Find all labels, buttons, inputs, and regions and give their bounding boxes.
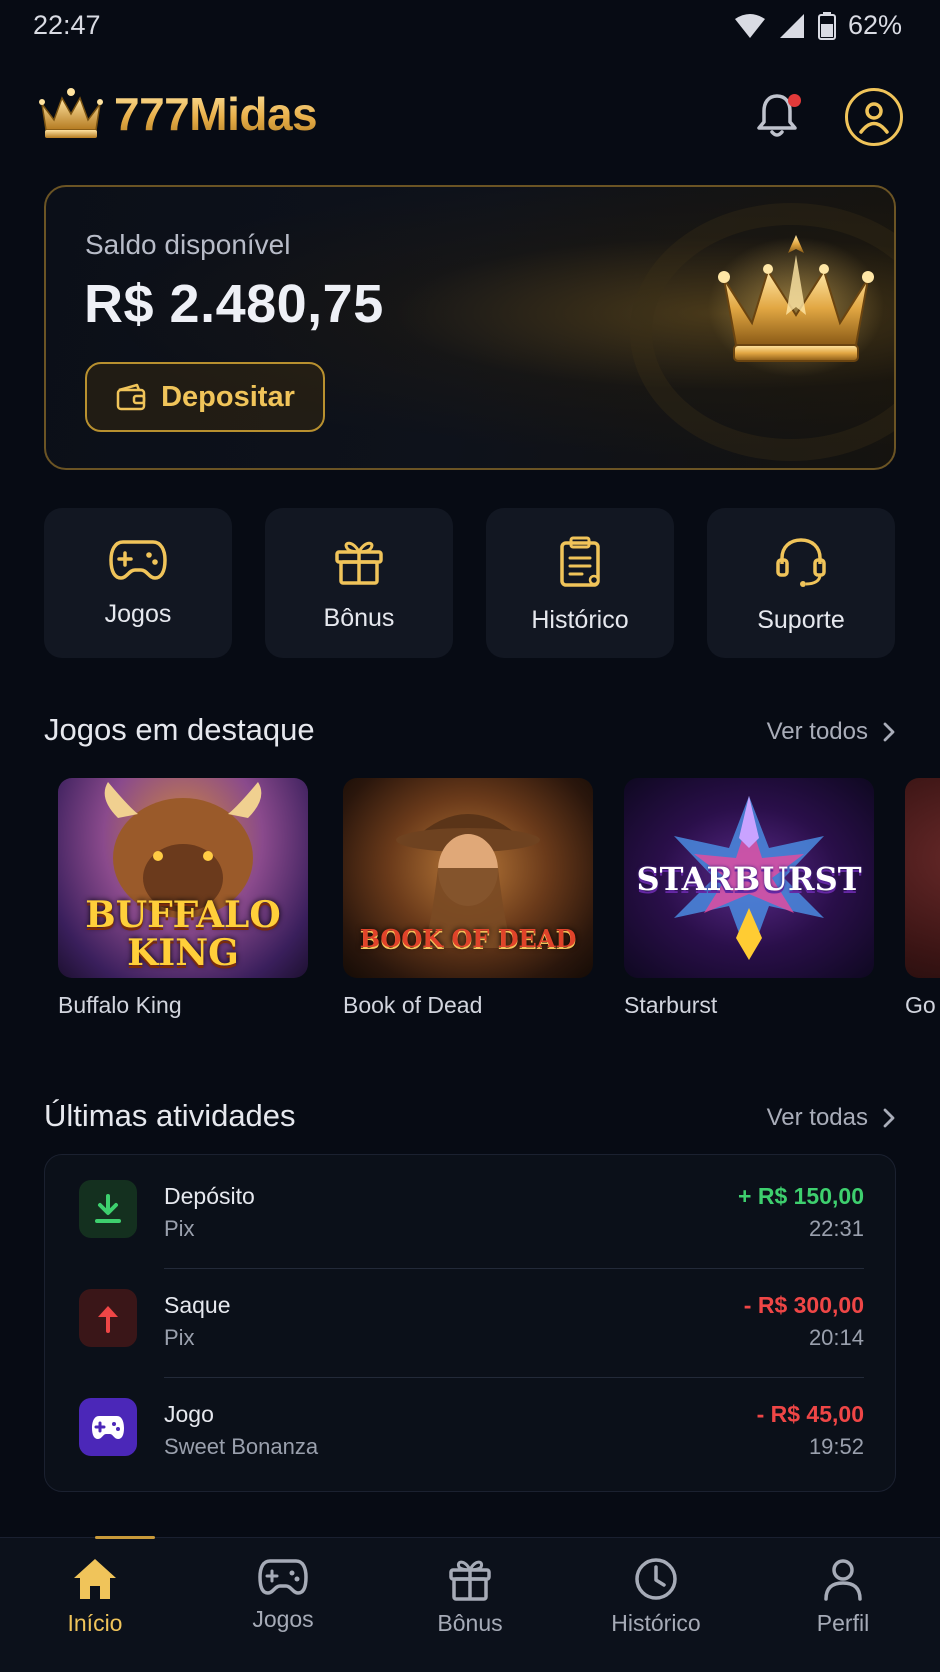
game-name: Starburst: [624, 992, 718, 1018]
nav-bonus[interactable]: Bônus: [390, 1556, 550, 1637]
activity-row[interactable]: Saque Pix - R$ 300,00 20:14: [45, 1264, 897, 1372]
headset-icon: [774, 536, 828, 588]
home-icon: [71, 1556, 119, 1602]
user-icon: [856, 99, 892, 135]
activity-title: Saque: [164, 1292, 231, 1318]
see-all-label: Ver todas: [766, 1104, 868, 1131]
quick-action-bonus[interactable]: Bônus: [265, 508, 453, 658]
nav-jogos[interactable]: Jogos: [203, 1556, 363, 1633]
nav-label: Início: [67, 1610, 123, 1636]
activity-time: 22:31: [808, 1216, 864, 1241]
wallet-icon: [115, 382, 147, 412]
arrow-up-icon: [79, 1289, 137, 1347]
activity-subtitle: Pix: [164, 1216, 195, 1241]
chevron-right-icon: [882, 721, 896, 743]
wifi-icon: [734, 13, 766, 39]
see-all-games-link[interactable]: Ver todos: [767, 718, 896, 746]
signal-icon: [778, 13, 806, 39]
nav-label: Histórico: [611, 1610, 701, 1636]
nav-inicio[interactable]: Início: [15, 1556, 175, 1637]
gamepad-icon: [109, 536, 167, 582]
brand-logo[interactable]: 777Midas: [36, 86, 318, 142]
balance-label: Saldo disponível: [85, 229, 291, 260]
activity-time: 19:52: [808, 1434, 864, 1459]
quick-action-jogos[interactable]: Jogos: [44, 508, 232, 658]
game-logo-text: BUFFALO KING: [85, 894, 281, 974]
gift-icon: [447, 1556, 493, 1602]
gamepad-icon: [258, 1556, 308, 1598]
notification-dot: [788, 94, 801, 107]
nav-perfil[interactable]: Perfil: [763, 1556, 923, 1637]
featured-games-header: Jogos em destaque Ver todos: [44, 712, 896, 756]
activities-list: Depósito Pix + R$ 150,00 22:31 Saque Pix…: [44, 1154, 896, 1492]
game-name: Buffalo King: [58, 992, 182, 1018]
activities-header: Últimas atividades Ver todas: [44, 1098, 896, 1142]
game-card[interactable]: BUFFALO KING Buffalo King: [58, 778, 308, 1019]
activity-subtitle: Pix: [164, 1325, 195, 1350]
game-card[interactable]: STARBURST Starburst: [624, 778, 874, 1019]
quick-actions: Jogos Bônus Histórico Suporte: [44, 508, 896, 658]
notifications-button[interactable]: [754, 90, 810, 146]
chevron-right-icon: [882, 1107, 896, 1129]
activity-subtitle: Sweet Bonanza: [164, 1434, 319, 1459]
crown-emblem-icon: [706, 227, 886, 377]
gamepad-icon: [79, 1398, 137, 1456]
game-logo-text: BOOK OF DEAD: [359, 924, 577, 953]
nav-label: Bônus: [437, 1610, 503, 1636]
quick-action-label: Histórico: [531, 606, 629, 634]
game-thumbnail: STARBURST: [624, 778, 874, 978]
battery-percent: 62%: [847, 10, 902, 40]
see-all-activities-link[interactable]: Ver todas: [767, 1104, 896, 1132]
status-time: 22:47: [33, 10, 101, 40]
bottom-navigation: Início Jogos Bônus Histórico Perfil: [0, 1536, 940, 1672]
nav-historico[interactable]: Histórico: [576, 1556, 736, 1637]
bell-icon: [754, 90, 810, 140]
section-title: Últimas atividades: [44, 1098, 296, 1133]
balance-card: Saldo disponível R$ 2.480,75 Depositar: [44, 185, 896, 470]
activity-amount: - R$ 300,00: [743, 1292, 864, 1318]
activity-amount: - R$ 45,00: [756, 1401, 864, 1427]
game-logo-text: STARBURST: [636, 860, 862, 898]
game-thumbnail: BOOK OF DEAD: [343, 778, 593, 978]
game-name: Book of Dead: [343, 992, 483, 1018]
user-icon: [820, 1556, 866, 1602]
game-card[interactable]: BOOK OF DEAD Book of Dead: [343, 778, 593, 1019]
clipboard-icon: [558, 536, 602, 588]
activity-amount: + R$ 150,00: [738, 1183, 864, 1209]
see-all-label: Ver todos: [766, 718, 868, 745]
quick-action-label: Bônus: [323, 604, 395, 632]
activity-title: Depósito: [164, 1183, 255, 1209]
activity-row[interactable]: Jogo Sweet Bonanza - R$ 45,00 19:52: [45, 1373, 897, 1481]
nav-label: Jogos: [252, 1606, 314, 1632]
gift-icon: [333, 536, 385, 586]
balance-amount: R$ 2.480,75: [84, 274, 384, 334]
crown-icon: [36, 86, 106, 142]
game-card[interactable]: Go: [905, 778, 940, 1019]
clock-icon: [633, 1556, 679, 1602]
section-title: Jogos em destaque: [44, 712, 315, 747]
activity-time: 20:14: [808, 1325, 864, 1350]
app-header: 777Midas: [0, 78, 940, 158]
profile-button[interactable]: [845, 88, 903, 146]
activity-row[interactable]: Depósito Pix + R$ 150,00 22:31: [45, 1155, 897, 1263]
deposit-label: Depositar: [161, 380, 295, 413]
active-tab-indicator: [95, 1536, 155, 1539]
quick-action-label: Suporte: [757, 606, 845, 634]
game-name: Go: [905, 992, 936, 1018]
download-icon: [79, 1180, 137, 1238]
quick-action-suporte[interactable]: Suporte: [707, 508, 895, 658]
featured-games-carousel[interactable]: BUFFALO KING Buffalo King BOOK OF DEAD B…: [58, 778, 940, 1028]
brand-name: 777Midas: [114, 88, 318, 140]
quick-action-historico[interactable]: Histórico: [486, 508, 674, 658]
status-bar: 22:47 62%: [0, 0, 940, 56]
game-thumbnail: [905, 778, 940, 978]
status-icons: 62%: [734, 10, 902, 41]
nav-label: Perfil: [816, 1610, 870, 1636]
activity-title: Jogo: [164, 1401, 214, 1427]
battery-icon: [817, 11, 836, 40]
deposit-button[interactable]: Depositar: [85, 362, 325, 432]
quick-action-label: Jogos: [104, 600, 172, 628]
game-thumbnail: BUFFALO KING: [58, 778, 308, 978]
